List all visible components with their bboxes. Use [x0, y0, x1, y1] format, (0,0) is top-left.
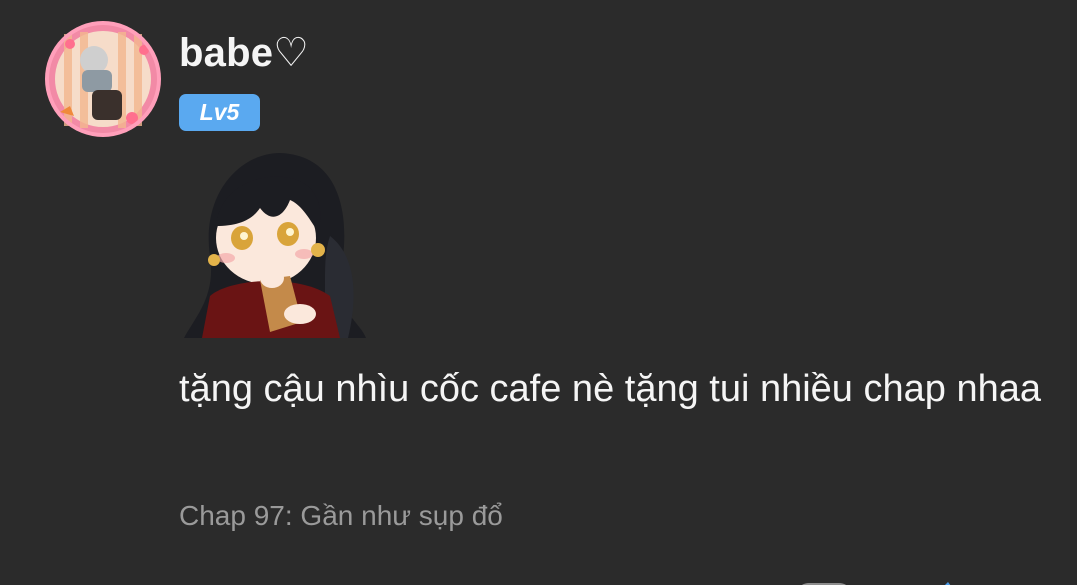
comment-text: tặng cậu nhìu cốc cafe nè tặng tui nhiều…: [179, 368, 1041, 410]
comment-item: babe♡ Lv5 tặng cậu nhìu cốc cafe nè tặng…: [0, 0, 1077, 585]
chapter-link[interactable]: Chap 97: Gần như sụp đổ: [179, 500, 503, 532]
flag-icon[interactable]: [798, 577, 850, 585]
like-icon[interactable]: [930, 577, 960, 585]
username[interactable]: babe♡: [179, 30, 309, 76]
anime-girl-sticker: [180, 146, 372, 338]
level-badge: Lv5: [179, 94, 260, 131]
reply-icon[interactable]: [672, 577, 692, 585]
user-avatar[interactable]: [44, 20, 162, 138]
